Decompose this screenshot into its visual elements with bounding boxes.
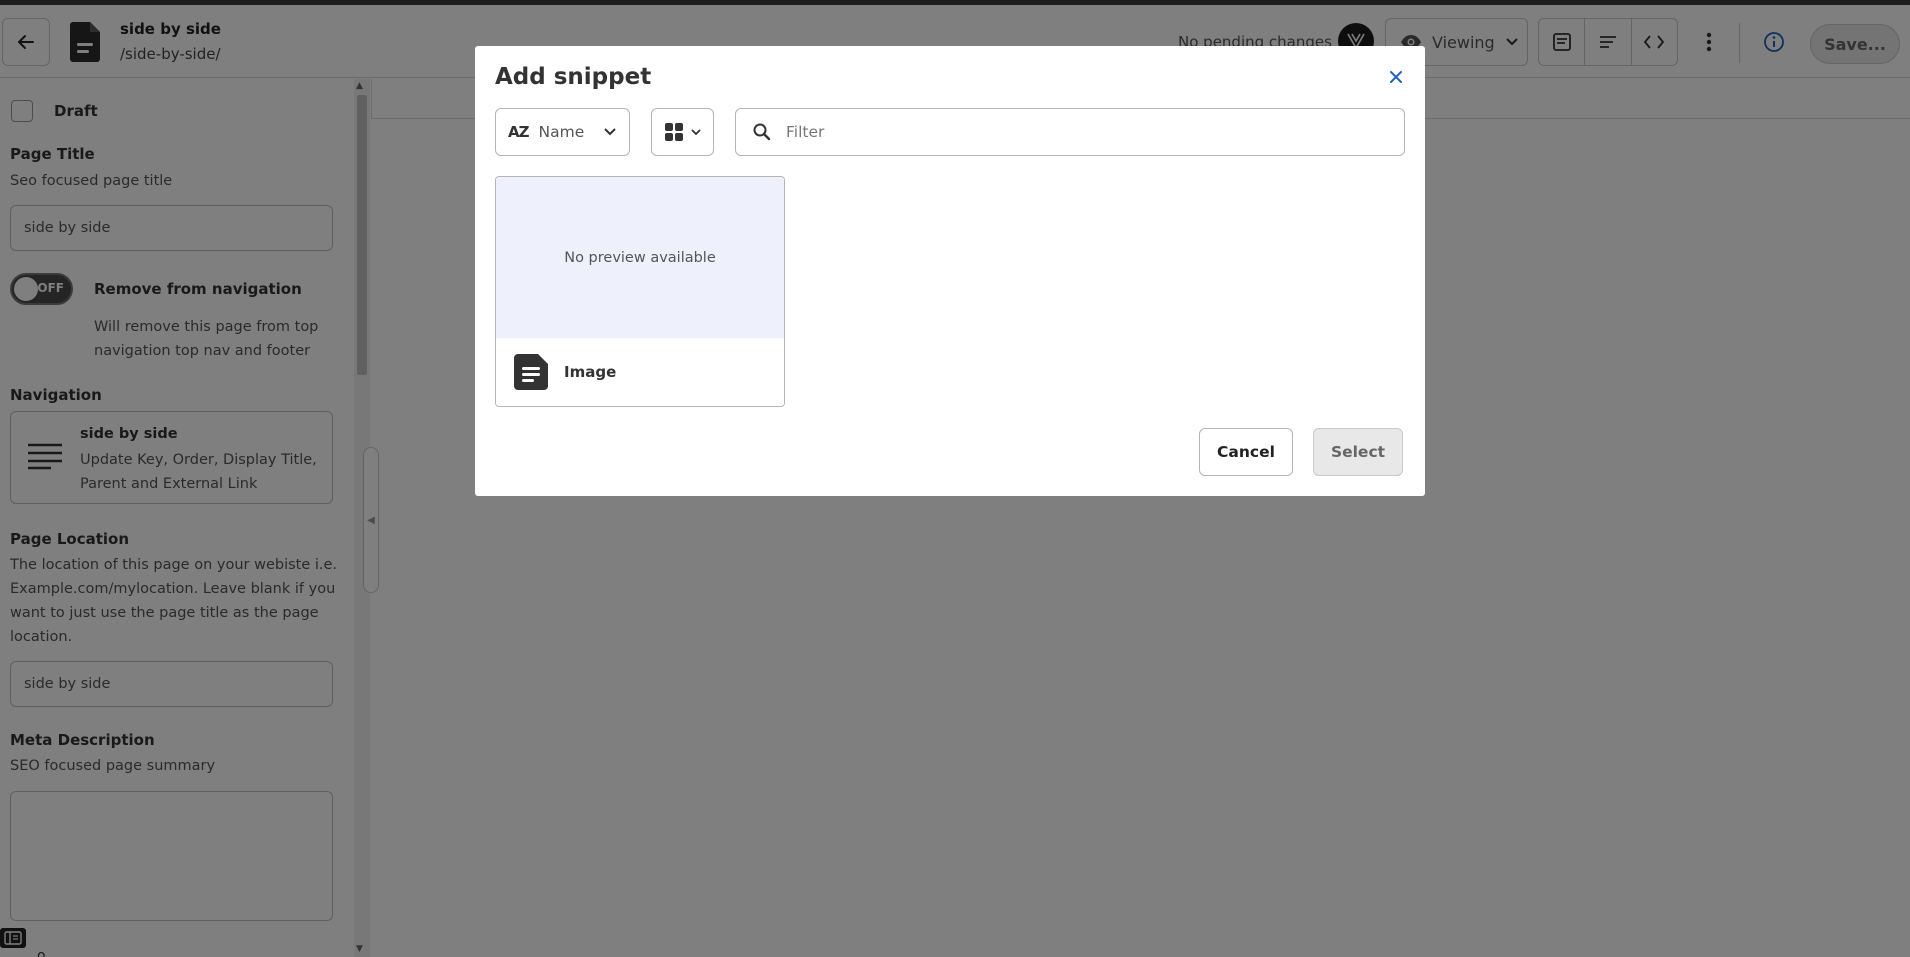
grid-view-icon [664, 123, 683, 141]
document-icon [514, 354, 548, 390]
snippet-footer: Image [496, 338, 784, 406]
add-snippet-dialog: Add snippet AZ Name No preview a [475, 46, 1425, 496]
snippet-label: Image [564, 363, 617, 381]
sort-dropdown[interactable]: AZ Name [495, 108, 630, 156]
sort-az-icon: AZ [508, 123, 529, 141]
cancel-button[interactable]: Cancel [1199, 428, 1293, 476]
close-icon [1390, 71, 1402, 83]
chevron-down-icon [604, 128, 616, 136]
filter-input[interactable] [786, 123, 1386, 141]
select-button[interactable]: Select [1313, 428, 1403, 476]
dialog-title: Add snippet [495, 64, 652, 90]
snippet-preview: No preview available [496, 177, 784, 338]
view-style-dropdown[interactable] [651, 108, 714, 156]
filter-field[interactable] [735, 108, 1405, 156]
snippet-card[interactable]: No preview available Image [495, 176, 785, 407]
close-button[interactable] [1383, 64, 1409, 90]
snippet-preview-text: No preview available [564, 249, 716, 266]
chevron-down-icon [690, 129, 701, 136]
search-icon [753, 123, 771, 141]
sort-selected-value: Name [538, 123, 585, 141]
